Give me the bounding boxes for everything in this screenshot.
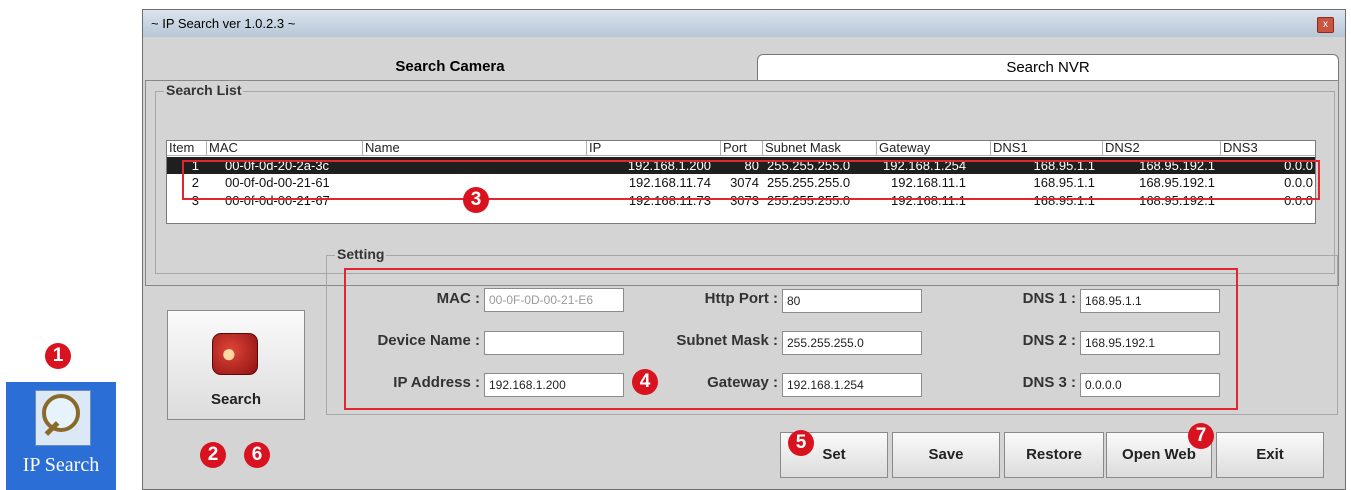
http-port-label: Http Port :	[704, 290, 778, 307]
subnet-mask-label: Subnet Mask :	[676, 332, 778, 349]
magnifier-lens	[42, 394, 80, 432]
exit-button[interactable]: Exit	[1216, 432, 1324, 478]
save-button[interactable]: Save	[892, 432, 1000, 478]
window-title: ~ IP Search ver 1.0.2.3 ~	[151, 16, 296, 31]
annotation-badge-4: 4	[632, 369, 658, 395]
ip-address-label: IP Address :	[393, 374, 480, 391]
search-button[interactable]: ● Search	[167, 310, 305, 420]
desktop-shortcut-ip-search[interactable]: IP Search	[6, 382, 116, 490]
search-list-label: Search List	[164, 82, 244, 98]
http-port-field[interactable]: 80	[782, 289, 922, 313]
column-header-item[interactable]: Item	[167, 141, 207, 155]
dns1-label: DNS 1 :	[1022, 290, 1076, 307]
column-header-ip[interactable]: IP	[587, 141, 721, 155]
title-bar[interactable]: ~ IP Search ver 1.0.2.3 ~ x	[143, 10, 1345, 37]
annotation-badge-1: 1	[45, 343, 71, 369]
device-name-field[interactable]	[484, 331, 624, 355]
dns3-field[interactable]: 0.0.0.0	[1080, 373, 1220, 397]
dns3-label: DNS 3 :	[1022, 374, 1076, 391]
annotation-badge-5: 5	[788, 430, 814, 456]
mac-label: MAC :	[436, 290, 480, 307]
ip-address-field[interactable]: 192.168.1.200	[484, 373, 624, 397]
column-header-gateway[interactable]: Gateway	[877, 141, 991, 155]
gateway-field[interactable]: 192.168.1.254	[782, 373, 922, 397]
subnet-mask-field[interactable]: 255.255.255.0	[782, 331, 922, 355]
close-icon[interactable]: x	[1317, 17, 1334, 33]
desktop-icon-label: IP Search	[22, 454, 100, 476]
column-header-subnet[interactable]: Subnet Mask	[763, 141, 877, 155]
ip-search-window: ~ IP Search ver 1.0.2.3 ~ x Search Camer…	[142, 9, 1346, 490]
column-header-name[interactable]: Name	[363, 141, 587, 155]
column-header-dns3[interactable]: DNS3	[1221, 141, 1315, 155]
search-button-label: Search	[210, 391, 262, 408]
column-header-dns2[interactable]: DNS2	[1103, 141, 1221, 155]
column-header-port[interactable]: Port	[721, 141, 763, 155]
device-name-label: Device Name :	[377, 332, 480, 349]
column-header-mac[interactable]: MAC	[207, 141, 363, 155]
gateway-label: Gateway :	[707, 374, 778, 391]
dns2-field[interactable]: 168.95.192.1	[1080, 331, 1220, 355]
tab-search-camera[interactable]: Search Camera	[145, 54, 755, 80]
annotation-badge-6: 6	[244, 442, 270, 468]
column-header-dns1[interactable]: DNS1	[991, 141, 1103, 155]
mac-field[interactable]: 00-0F-0D-00-21-E6	[484, 288, 624, 312]
tab-search-nvr[interactable]: Search NVR	[757, 54, 1339, 80]
annotation-badge-2: 2	[200, 442, 226, 468]
dns2-label: DNS 2 :	[1022, 332, 1076, 349]
restore-button[interactable]: Restore	[1004, 432, 1104, 478]
dns1-field[interactable]: 168.95.1.1	[1080, 289, 1220, 313]
annotation-badge-7: 7	[1188, 423, 1214, 449]
setting-label: Setting	[335, 246, 387, 262]
annotation-badge-3: 3	[463, 187, 489, 213]
highlight-selected-row	[182, 160, 1320, 200]
search-signal-icon: ●	[212, 333, 258, 375]
